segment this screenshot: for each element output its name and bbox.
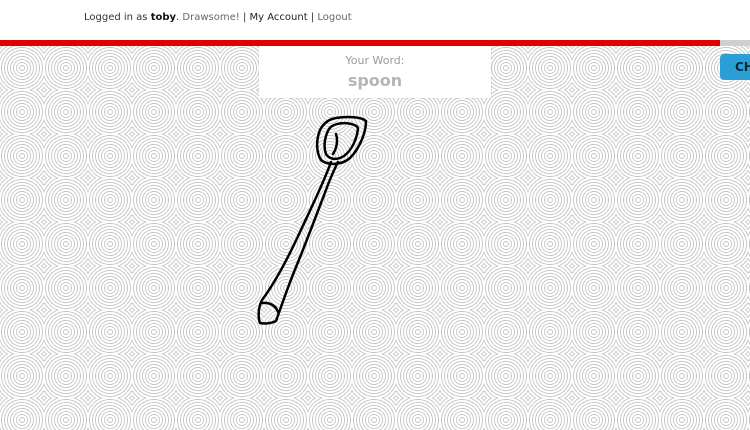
spoon-handle-tip [260, 301, 280, 314]
username: toby [150, 12, 177, 23]
your-word-value: spoon [347, 71, 403, 90]
your-word-card: Your Word: spoon [259, 46, 491, 98]
drawing-canvas[interactable] [0, 46, 750, 430]
my-account-link[interactable]: My Account [250, 12, 308, 23]
drawsome-link[interactable]: Drawsome! [182, 12, 239, 23]
top-bar: Logged in as toby. Drawsome! | My Accoun… [0, 0, 750, 40]
spoon-bowl-mark [331, 132, 339, 156]
logout-link[interactable]: Logout [317, 12, 351, 23]
spoon-drawing [257, 115, 368, 325]
chat-button[interactable]: CH [720, 54, 750, 80]
logged-in-prefix: Logged in as [84, 12, 148, 23]
separator: | [242, 12, 247, 23]
separator: | [310, 12, 315, 23]
your-word-label: Your Word: [345, 54, 405, 67]
login-status-line: Logged in as toby. Drawsome! | My Accoun… [84, 12, 352, 23]
spoon-handle [257, 160, 340, 325]
